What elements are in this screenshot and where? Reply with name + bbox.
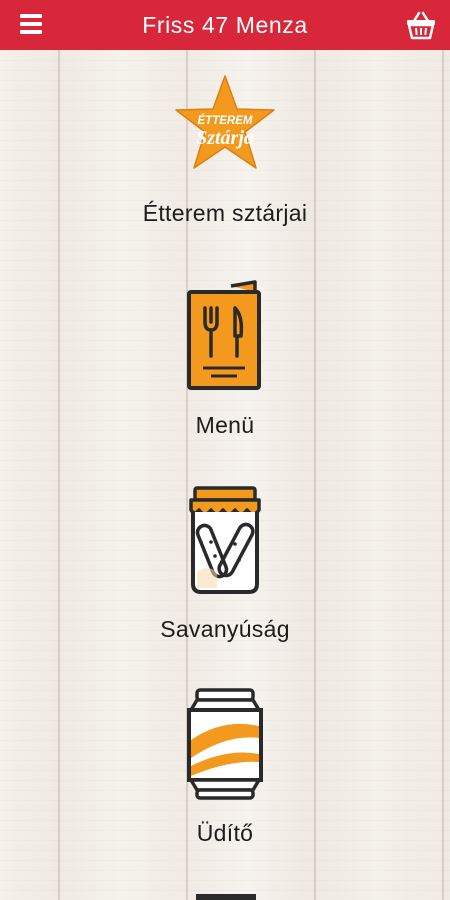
menu-item-menu[interactable]: Menü [75, 280, 375, 439]
menu-item-label: Üdítő [196, 820, 254, 846]
menu-item-udito[interactable]: Üdítő [75, 688, 375, 847]
menu-item-savanyusag[interactable]: Savanyúság [75, 484, 375, 643]
star-badge-line1: ÉTTEREM [198, 114, 253, 127]
app-header: Friss 47 Menza [0, 0, 450, 50]
menu-item-label: Étterem sztárjai [142, 200, 308, 226]
soda-can-icon [187, 688, 263, 800]
menu-item-label: Savanyúság [160, 616, 290, 642]
app-title: Friss 47 Menza [142, 11, 308, 38]
pickle-jar-icon [189, 486, 261, 594]
shopping-basket-icon[interactable] [404, 8, 438, 42]
restaurant-stars-star-icon: ÉTTEREM Sztárja [175, 75, 275, 169]
menu-item-label: Menü [195, 412, 255, 438]
star-badge-line2: Sztárja [196, 127, 254, 149]
next-item-icon-peek[interactable] [196, 894, 256, 900]
menu-card-cutlery-icon [187, 280, 261, 390]
menu-item-etterem-sztarjai[interactable]: ÉTTEREM Sztárja Étterem sztárjai [75, 72, 375, 227]
hamburger-menu-icon[interactable] [20, 14, 42, 34]
